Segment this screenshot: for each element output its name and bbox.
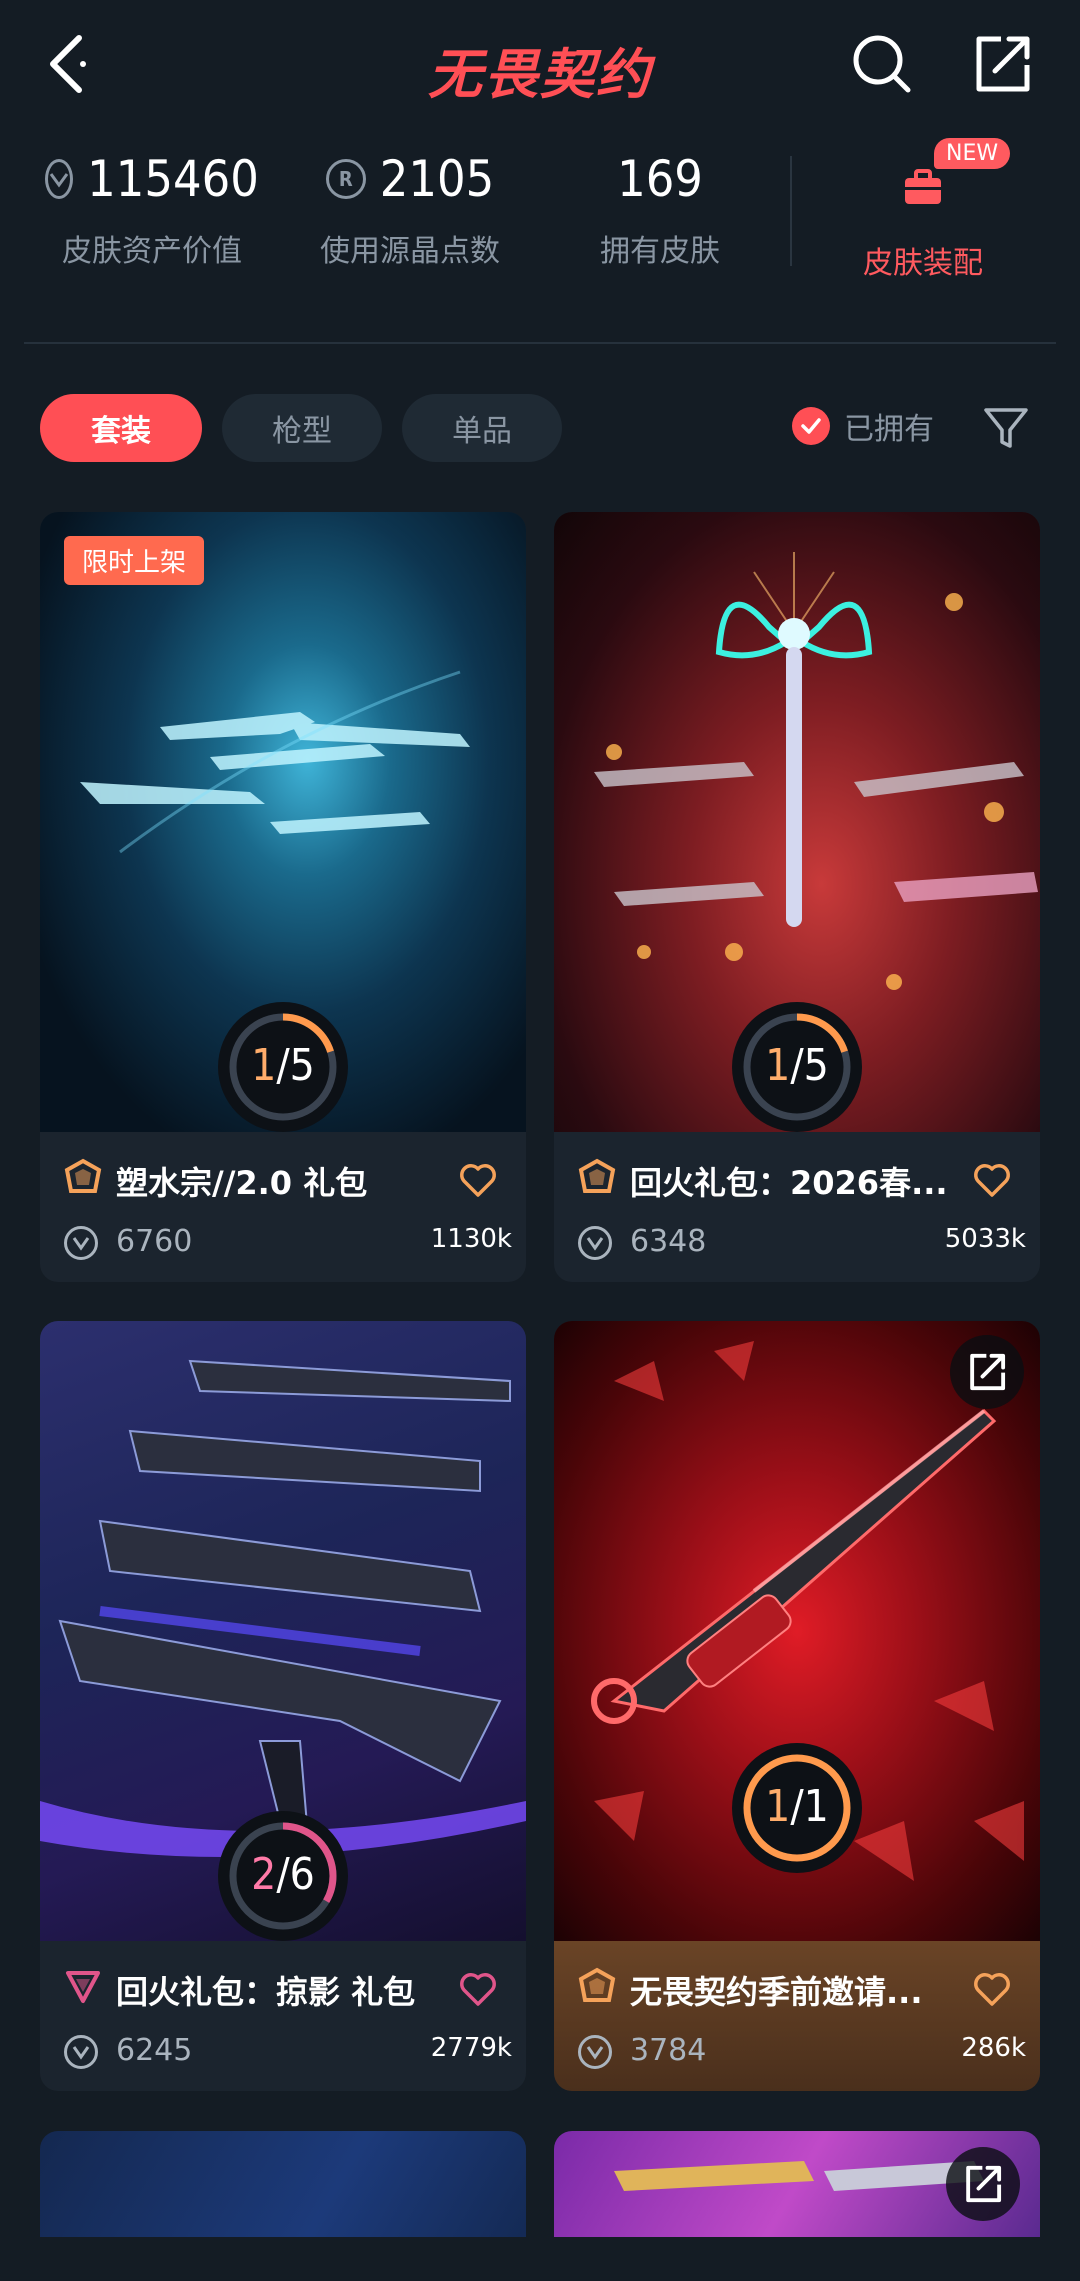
like-count: 2779k xyxy=(430,2033,512,2063)
bundle-card[interactable]: 1/5 回火礼包：2026春... 6348 5033k xyxy=(554,512,1040,1282)
gold-tier-icon xyxy=(64,1158,102,1193)
gold-tier-icon xyxy=(578,1967,616,2002)
owned-label: 已拥有 xyxy=(844,412,934,447)
section-divider xyxy=(24,342,1056,344)
share-icon xyxy=(970,1353,1006,1391)
card-info: 回火礼包：2026春... 6348 5033k xyxy=(554,1132,1040,1282)
ownership-count: 1/5 xyxy=(765,1040,829,1091)
card-info: 无畏契约季前邀请... 3784 286k xyxy=(554,1941,1040,2091)
share-icon xyxy=(966,2165,1002,2203)
gold-tier-icon xyxy=(578,1158,616,1193)
like-count: 1130k xyxy=(430,1224,512,1254)
ownership-count: 1/5 xyxy=(251,1040,315,1091)
vp-coin-icon xyxy=(45,159,74,199)
radianite-label: 使用源晶点数 xyxy=(320,234,500,269)
like-count: 286k xyxy=(961,2033,1026,2063)
card-info: 回火礼包：掠影 礼包 6245 2779k xyxy=(40,1941,526,2091)
bundle-name: 回火礼包：2026春... xyxy=(630,1164,948,1202)
stat-owned-skins: 169 拥有皮肤 xyxy=(570,150,750,270)
bundle-price: 3784 xyxy=(630,2033,707,2068)
bundle-price: 6760 xyxy=(116,1224,193,1259)
bundle-price: 6348 xyxy=(630,1224,707,1259)
card-info: 塑水宗//2.0 礼包 6760 1130k xyxy=(40,1132,526,1282)
ownership-ring: 1/1 xyxy=(732,1743,862,1873)
radianite-icon: R xyxy=(325,159,366,199)
like-count: 5033k xyxy=(944,1224,1026,1254)
bundle-name: 无畏契约季前邀请... xyxy=(630,1973,923,2011)
new-badge: NEW xyxy=(934,138,1011,169)
radianite-value: 2105 xyxy=(379,150,495,208)
top-bar: 无畏契约 xyxy=(0,0,1080,128)
tab-weapon-type[interactable]: 枪型 xyxy=(222,394,382,462)
filter-button[interactable] xyxy=(982,404,1030,452)
briefcase-icon xyxy=(905,169,941,204)
heart-icon[interactable] xyxy=(972,1969,1012,2009)
outfit-label: 皮肤装配 xyxy=(863,246,983,281)
card-share-button[interactable] xyxy=(946,2147,1020,2221)
stats-divider xyxy=(790,156,792,266)
bundle-price: 6245 xyxy=(116,2033,193,2068)
bundle-name: 塑水宗//2.0 礼包 xyxy=(116,1164,368,1202)
outfit-button[interactable]: 皮肤装配 xyxy=(838,150,1008,282)
share-icon xyxy=(976,36,1030,92)
tab-single-items[interactable]: 单品 xyxy=(402,394,562,462)
page-title: 无畏契约 xyxy=(428,43,652,106)
funnel-icon xyxy=(984,408,1028,448)
ownership-count: 1/1 xyxy=(765,1781,829,1832)
asset-value: 115460 xyxy=(87,150,259,208)
bundle-card[interactable]: 2/6 回火礼包：掠影 礼包 6245 2779k xyxy=(40,1321,526,2091)
bundle-card-partial[interactable] xyxy=(40,2131,526,2237)
ownership-count: 2/6 xyxy=(251,1849,315,1900)
checkmark-icon xyxy=(792,407,830,445)
ownership-ring: 1/5 xyxy=(732,1002,862,1132)
bundle-card[interactable]: 限时上架 1/5 塑水宗//2.0 礼包 6760 1130k xyxy=(40,512,526,1282)
heart-icon[interactable] xyxy=(458,1969,498,2009)
share-button[interactable] xyxy=(966,28,1038,100)
pink-tier-icon xyxy=(66,1971,100,2003)
stat-asset-value: 115460 皮肤资产价值 xyxy=(45,150,259,270)
tab-bundles[interactable]: 套装 xyxy=(40,394,202,462)
owned-toggle[interactable]: 已拥有 xyxy=(792,404,934,448)
owned-skins-value: 169 xyxy=(617,150,703,208)
vp-coin-icon xyxy=(578,2035,612,2069)
heart-icon[interactable] xyxy=(458,1160,498,1200)
card-share-button[interactable] xyxy=(950,1335,1024,1409)
ownership-ring: 2/6 xyxy=(218,1811,348,1941)
bundle-name: 回火礼包：掠影 礼包 xyxy=(116,1973,416,2011)
vp-coin-icon xyxy=(64,1226,98,1260)
vp-coin-icon xyxy=(578,1226,612,1260)
ownership-ring: 1/5 xyxy=(218,1002,348,1132)
search-button[interactable] xyxy=(846,28,918,100)
asset-value-label: 皮肤资产价值 xyxy=(62,234,242,269)
search-icon xyxy=(853,35,911,93)
owned-skins-label: 拥有皮肤 xyxy=(600,234,720,269)
bundle-card[interactable]: 1/1 无畏契约季前邀请... 3784 286k xyxy=(554,1321,1040,2091)
stat-radianite: R 2105 使用源晶点数 xyxy=(310,150,510,270)
limited-time-tag: 限时上架 xyxy=(64,536,205,585)
heart-icon[interactable] xyxy=(972,1160,1012,1200)
vp-coin-icon xyxy=(64,2035,98,2069)
